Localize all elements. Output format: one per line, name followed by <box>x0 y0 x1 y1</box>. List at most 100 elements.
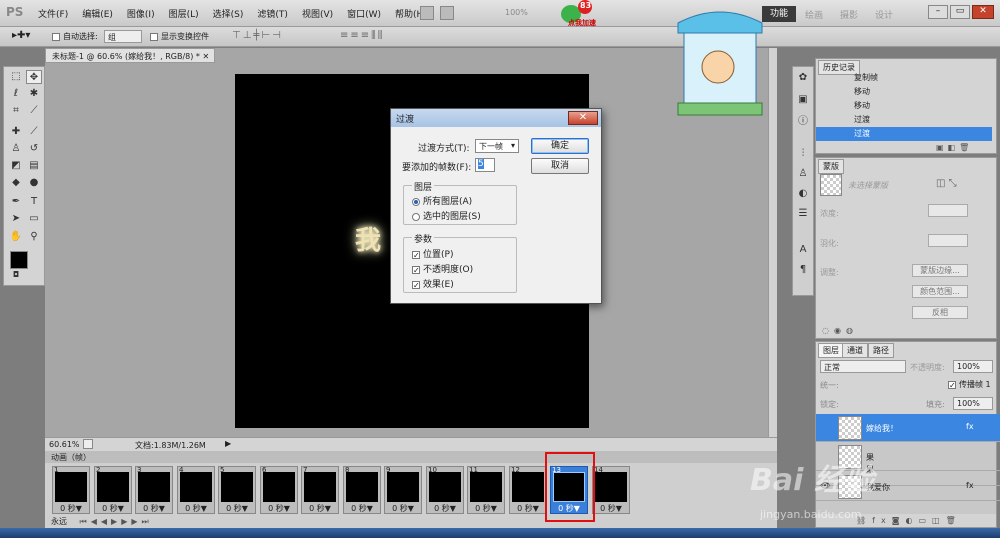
feather-input[interactable] <box>928 234 968 247</box>
auto-select-checkbox[interactable] <box>52 32 60 41</box>
menu-image[interactable]: 图像(I) <box>127 7 155 20</box>
all-layers-option[interactable]: 所有图层(A) <box>412 194 472 207</box>
frames-input[interactable]: 5 <box>475 158 495 172</box>
stamp-tool-icon[interactable]: ♙ <box>8 142 24 156</box>
frame-14[interactable]: 14 0 秒▼ <box>592 466 630 514</box>
layer-row[interactable]: 嫁给我！ fx <box>816 414 1000 442</box>
path-select-icon[interactable]: ➤ <box>8 212 24 226</box>
zoom-tool-icon[interactable]: ⚲ <box>26 230 42 244</box>
styles-panel-icon[interactable]: ☰ <box>795 207 811 221</box>
auto-select-dropdown[interactable]: 组 <box>104 30 142 43</box>
propagate-checkbox[interactable] <box>948 380 956 389</box>
foreground-color[interactable] <box>10 251 28 269</box>
history-item[interactable]: 过渡 <box>816 113 992 127</box>
restore-icon[interactable]: ▭ <box>950 5 970 19</box>
density-input[interactable] <box>928 204 968 217</box>
crop-tool-icon[interactable]: ⌗ <box>8 104 24 118</box>
gradient-tool-icon[interactable]: ▤ <box>26 159 42 173</box>
tab-paths[interactable]: 路径 <box>868 343 894 358</box>
frame-2[interactable]: 20 秒▼ <box>94 466 132 514</box>
propagate-option[interactable]: 传播帧 1 <box>948 379 991 390</box>
menu-window[interactable]: 窗口(W) <box>347 7 381 20</box>
move-tool-icon[interactable]: ▸✚▾ <box>12 30 30 41</box>
selected-layers-option[interactable]: 选中的图层(S) <box>412 209 481 222</box>
eraser-tool-icon[interactable]: ◩ <box>8 159 24 173</box>
healing-brush-icon[interactable]: ✚ <box>8 125 24 139</box>
history-item[interactable]: 复制帧 <box>816 71 992 85</box>
fx-icon[interactable]: fx <box>966 481 974 490</box>
menu-edit[interactable]: 编辑(E) <box>82 7 113 20</box>
history-brush-icon[interactable]: ↺ <box>26 142 42 156</box>
frame-3[interactable]: 30 秒▼ <box>135 466 173 514</box>
workspace-painting[interactable]: 绘画 <box>805 8 823 21</box>
show-transform-option[interactable]: 显示变换控件 <box>150 31 209 42</box>
mask-add-icons[interactable]: ◫ ⤡ <box>936 178 957 189</box>
color-panel-icon[interactable]: ✿ <box>795 71 811 85</box>
menu-select[interactable]: 选择(S) <box>213 7 244 20</box>
frame-7[interactable]: 70 秒▼ <box>301 466 339 514</box>
opacity-option[interactable]: 不透明度(O) <box>412 262 473 275</box>
adjustments-icon[interactable]: ◐ <box>795 187 811 201</box>
dialog-close-button[interactable]: ✕ <box>568 111 598 125</box>
hand-tool-icon[interactable]: ✋ <box>8 230 24 244</box>
playback-controls-icon[interactable]: ⏮◀◀▶▶▶⏭ <box>80 517 153 526</box>
history-item[interactable]: 移动 <box>816 99 992 113</box>
position-checkbox[interactable] <box>412 250 420 259</box>
opacity-checkbox[interactable] <box>412 265 420 274</box>
frame-10[interactable]: 10 0 秒▼ <box>426 466 464 514</box>
character-panel-icon[interactable]: A <box>795 243 811 257</box>
workspace-design[interactable]: 设计 <box>875 8 893 21</box>
type-tool-icon[interactable]: T <box>26 195 42 209</box>
mask-edge-button[interactable]: 蒙版边缘... <box>912 264 968 277</box>
invert-button[interactable]: 反相 <box>912 306 968 319</box>
menu-layer[interactable]: 图层(L) <box>169 7 199 20</box>
blur-tool-icon[interactable]: ◆ <box>8 176 24 190</box>
zoom-level[interactable]: 100% <box>505 8 528 17</box>
marquee-tool-icon[interactable]: ⬚ <box>8 70 24 84</box>
pen-tool-icon[interactable]: ✒ <box>8 195 24 209</box>
frame-6[interactable]: 60 秒▼ <box>260 466 298 514</box>
distribute-icons[interactable]: ≡≡≡⫼⫼ <box>340 30 384 41</box>
zoom-readout[interactable]: 60.61% <box>49 440 80 449</box>
clone-source-icon[interactable]: ♙ <box>795 167 811 181</box>
paragraph-panel-icon[interactable]: ¶ <box>795 263 811 277</box>
auto-select-option[interactable]: 自动选择: <box>52 31 98 42</box>
brush-tool-icon[interactable]: ⟋ <box>26 125 42 139</box>
frame-11[interactable]: 11 0 秒▼ <box>467 466 505 514</box>
minimize-icon[interactable]: – <box>928 5 948 19</box>
frame-1[interactable]: 10 秒▼ <box>52 466 90 514</box>
color-range-button[interactable]: 颜色范围... <box>912 285 968 298</box>
frame-4[interactable]: 40 秒▼ <box>177 466 215 514</box>
layer-footer-icons[interactable]: ⛓fx◙◐▭◫🗑 <box>856 516 962 525</box>
frame-8[interactable]: 80 秒▼ <box>343 466 381 514</box>
cancel-button[interactable]: 取消 <box>531 158 589 174</box>
status-menu-icon[interactable] <box>83 439 93 449</box>
mask-footer-icons[interactable]: ◌◉◍ <box>822 326 858 335</box>
frame-9[interactable]: 90 秒▼ <box>384 466 422 514</box>
position-option[interactable]: 位置(P) <box>412 247 453 260</box>
frame-5[interactable]: 50 秒▼ <box>218 466 256 514</box>
tab-close-icon[interactable]: ✕ <box>202 52 209 61</box>
quick-mask-icon[interactable]: ◘ <box>8 268 24 282</box>
minibridge-icon[interactable] <box>440 6 454 20</box>
status-arrow-icon[interactable]: ▶ <box>225 439 231 448</box>
dodge-tool-icon[interactable]: ● <box>26 176 42 190</box>
shape-tool-icon[interactable]: ▭ <box>26 212 42 226</box>
magic-wand-icon[interactable]: ✱ <box>26 87 42 101</box>
effects-checkbox[interactable] <box>412 280 420 289</box>
align-icons[interactable]: ⊤⊥╪⊢⊣ <box>232 30 283 41</box>
blend-mode-select[interactable]: 正常 <box>820 360 906 373</box>
eyedropper-icon[interactable]: ⟋ <box>26 104 42 118</box>
menu-file[interactable]: 文件(F) <box>38 7 68 20</box>
menu-view[interactable]: 视图(V) <box>302 7 333 20</box>
workspace-photography[interactable]: 摄影 <box>840 8 858 21</box>
history-item-selected[interactable]: 过渡 <box>816 127 992 141</box>
tab-channels[interactable]: 通道 <box>842 343 868 358</box>
all-layers-radio[interactable] <box>412 197 420 206</box>
selected-layers-radio[interactable] <box>412 212 420 221</box>
loop-select[interactable]: 永远 <box>51 517 67 526</box>
method-select[interactable]: 下一帧 ▾ <box>475 139 519 153</box>
close-icon[interactable]: ✕ <box>972 5 994 19</box>
history-footer-icons[interactable]: ▣◧🗑 <box>936 143 973 152</box>
effects-option[interactable]: 效果(E) <box>412 277 454 290</box>
